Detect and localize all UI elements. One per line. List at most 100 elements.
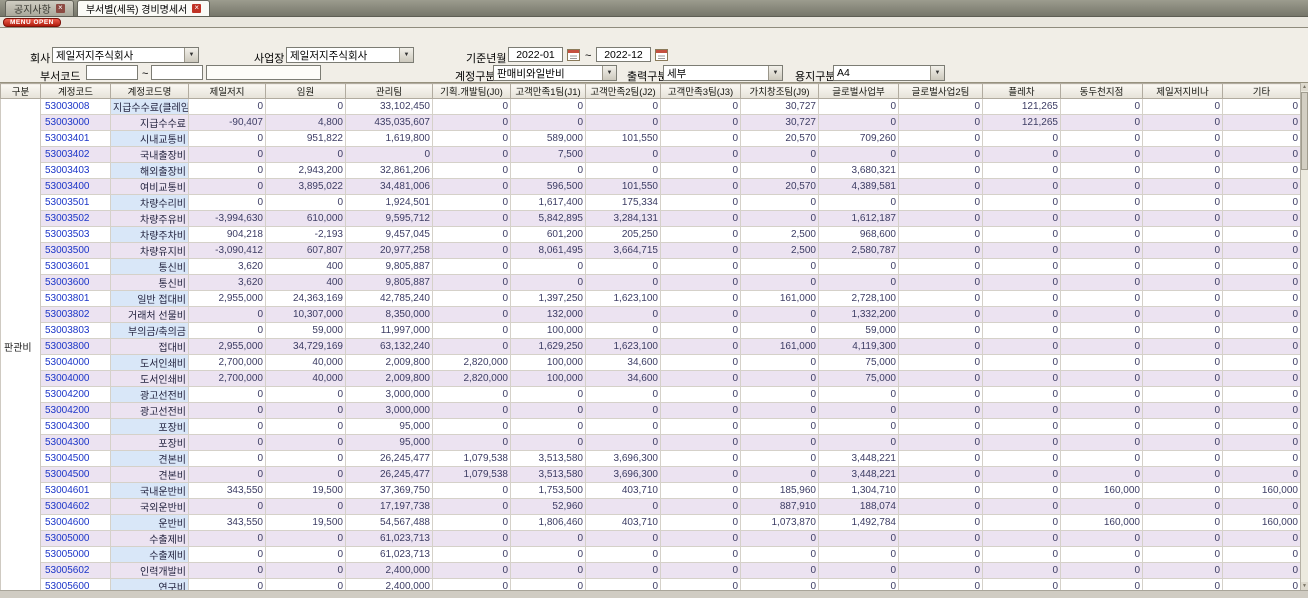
- value-cell[interactable]: 11,997,000: [345, 322, 433, 339]
- value-cell[interactable]: 0: [660, 386, 741, 403]
- value-cell[interactable]: 0: [898, 402, 983, 419]
- table-row[interactable]: 53003403 해외출장비 0 2,943,200 32,861,206 0 0 0 0 0 3,…: [1, 162, 1301, 179]
- value-cell[interactable]: 1,079,538: [432, 450, 511, 467]
- value-cell[interactable]: 0: [1222, 418, 1301, 435]
- value-cell[interactable]: 0: [1142, 322, 1223, 339]
- value-cell[interactable]: 0: [898, 146, 983, 163]
- value-cell[interactable]: 0: [432, 562, 511, 579]
- value-cell[interactable]: 0: [1222, 434, 1301, 451]
- value-cell[interactable]: 343,550: [188, 482, 266, 499]
- value-cell[interactable]: 0: [1222, 130, 1301, 147]
- value-cell[interactable]: 37,369,750: [345, 482, 433, 499]
- value-cell[interactable]: 20,570: [740, 178, 819, 195]
- value-cell[interactable]: 0: [982, 354, 1061, 371]
- account-code-cell[interactable]: 53003008: [40, 98, 111, 115]
- value-cell[interactable]: 0: [1222, 226, 1301, 243]
- account-name-cell[interactable]: 차량수리비: [110, 194, 189, 211]
- value-cell[interactable]: 75,000: [818, 354, 899, 371]
- value-cell[interactable]: 100,000: [510, 370, 586, 387]
- value-cell[interactable]: 0: [982, 466, 1061, 483]
- value-cell[interactable]: 3,284,131: [585, 210, 661, 227]
- value-cell[interactable]: 30,727: [740, 98, 819, 115]
- bizplace-select[interactable]: 제일저지주식회사 ▼: [286, 47, 414, 63]
- account-name-cell[interactable]: 차량주유비: [110, 210, 189, 227]
- value-cell[interactable]: 0: [898, 98, 983, 115]
- account-code-cell[interactable]: 53003502: [40, 210, 111, 227]
- account-name-cell[interactable]: 운반비: [110, 514, 189, 531]
- table-row[interactable]: 53004000 도서인쇄비 2,700,000 40,000 2,009,800 2,8…: [1, 370, 1301, 387]
- value-cell[interactable]: 3,895,022: [265, 178, 346, 195]
- value-cell[interactable]: 0: [585, 498, 661, 515]
- value-cell[interactable]: 4,119,300: [818, 338, 899, 355]
- value-cell[interactable]: 132,000: [510, 306, 586, 323]
- value-cell[interactable]: 0: [432, 322, 511, 339]
- value-cell[interactable]: 0: [265, 386, 346, 403]
- value-cell[interactable]: 0: [982, 482, 1061, 499]
- account-name-cell[interactable]: 수출제비: [110, 530, 189, 547]
- value-cell[interactable]: 0: [982, 498, 1061, 515]
- value-cell[interactable]: 0: [432, 98, 511, 115]
- value-cell[interactable]: 0: [1060, 546, 1143, 563]
- value-cell[interactable]: 0: [1142, 498, 1223, 515]
- value-cell[interactable]: 0: [660, 370, 741, 387]
- value-cell[interactable]: 0: [1222, 498, 1301, 515]
- value-cell[interactable]: 40,000: [265, 354, 346, 371]
- value-cell[interactable]: 0: [510, 562, 586, 579]
- table-row[interactable]: 53004600 운반비 343,550 19,500 54,567,488 0 1,806…: [1, 514, 1301, 531]
- value-cell[interactable]: 40,000: [265, 370, 346, 387]
- column-header[interactable]: 기획.개발팀(J0): [432, 83, 511, 99]
- value-cell[interactable]: 1,397,250: [510, 290, 586, 307]
- value-cell[interactable]: 1,806,460: [510, 514, 586, 531]
- value-cell[interactable]: 1,617,400: [510, 194, 586, 211]
- value-cell[interactable]: 0: [265, 98, 346, 115]
- account-code-cell[interactable]: 53003802: [40, 306, 111, 323]
- value-cell[interactable]: 0: [660, 498, 741, 515]
- value-cell[interactable]: 0: [510, 402, 586, 419]
- value-cell[interactable]: 42,785,240: [345, 290, 433, 307]
- value-cell[interactable]: 0: [982, 258, 1061, 275]
- value-cell[interactable]: 0: [188, 466, 266, 483]
- value-cell[interactable]: 0: [660, 130, 741, 147]
- account-code-cell[interactable]: 53003601: [40, 258, 111, 275]
- value-cell[interactable]: 0: [1142, 386, 1223, 403]
- value-cell[interactable]: 0: [188, 146, 266, 163]
- value-cell[interactable]: 160,000: [1060, 514, 1143, 531]
- value-cell[interactable]: 0: [1222, 322, 1301, 339]
- value-cell[interactable]: 0: [898, 514, 983, 531]
- value-cell[interactable]: 33,102,450: [345, 98, 433, 115]
- value-cell[interactable]: 0: [585, 386, 661, 403]
- value-cell[interactable]: 0: [660, 258, 741, 275]
- value-cell[interactable]: 0: [1222, 530, 1301, 547]
- value-cell[interactable]: 0: [265, 466, 346, 483]
- value-cell[interactable]: 0: [585, 146, 661, 163]
- value-cell[interactable]: 0: [660, 562, 741, 579]
- value-cell[interactable]: 0: [740, 210, 819, 227]
- account-code-cell[interactable]: 53004300: [40, 418, 111, 435]
- value-cell[interactable]: 2,700,000: [188, 370, 266, 387]
- value-cell[interactable]: 0: [660, 290, 741, 307]
- value-cell[interactable]: 9,805,887: [345, 258, 433, 275]
- value-cell[interactable]: 0: [1142, 514, 1223, 531]
- value-cell[interactable]: 0: [510, 530, 586, 547]
- value-cell[interactable]: 0: [818, 258, 899, 275]
- value-cell[interactable]: 34,481,006: [345, 178, 433, 195]
- value-cell[interactable]: 3,620: [188, 258, 266, 275]
- account-name-cell[interactable]: 통신비: [110, 258, 189, 275]
- account-code-cell[interactable]: 53003402: [40, 146, 111, 163]
- value-cell[interactable]: 0: [432, 290, 511, 307]
- account-name-cell[interactable]: 도서인쇄비: [110, 370, 189, 387]
- account-code-cell[interactable]: 53004000: [40, 354, 111, 371]
- value-cell[interactable]: 0: [660, 434, 741, 451]
- account-code-cell[interactable]: 53004600: [40, 514, 111, 531]
- value-cell[interactable]: 0: [982, 434, 1061, 451]
- calendar-icon[interactable]: [655, 48, 668, 61]
- value-cell[interactable]: 2,500: [740, 242, 819, 259]
- value-cell[interactable]: 0: [188, 178, 266, 195]
- value-cell[interactable]: -3,994,630: [188, 210, 266, 227]
- value-cell[interactable]: 0: [898, 130, 983, 147]
- value-cell[interactable]: 0: [1222, 370, 1301, 387]
- value-cell[interactable]: 0: [1142, 194, 1223, 211]
- value-cell[interactable]: 0: [1060, 274, 1143, 291]
- value-cell[interactable]: 0: [585, 274, 661, 291]
- value-cell[interactable]: 0: [818, 146, 899, 163]
